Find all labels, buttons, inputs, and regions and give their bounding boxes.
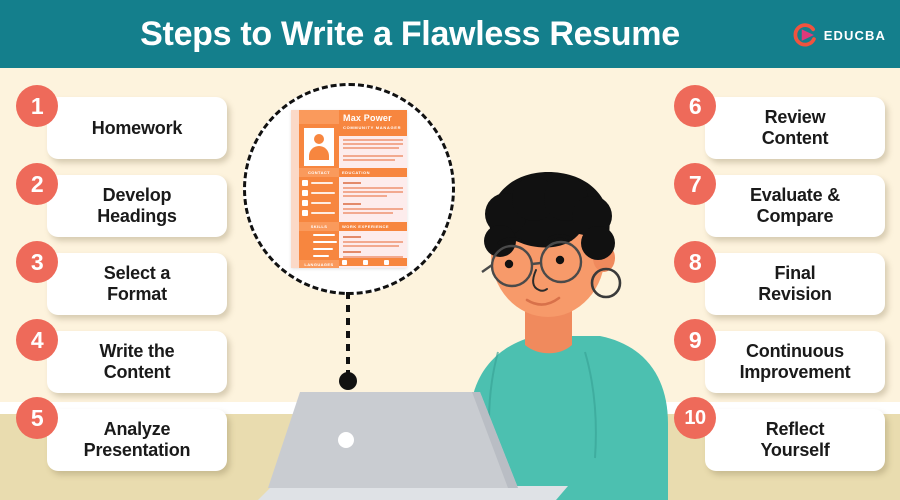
step-card[interactable]: Analyze Presentation <box>47 409 227 471</box>
step-number-badge: 6 <box>674 85 716 127</box>
step-number-badge: 3 <box>16 241 58 283</box>
resume-role: COMMUNITY MANAGER <box>343 125 402 130</box>
step-card[interactable]: Review Content <box>705 97 885 159</box>
step-number-badge: 4 <box>16 319 58 361</box>
header-bar: Steps to Write a Flawless Resume EDUCBA <box>0 0 900 68</box>
step-number-badge: 5 <box>16 397 58 439</box>
infographic-canvas: Max Power COMMUNITY MANAGER CONTACT EDUC… <box>0 0 900 500</box>
step-card[interactable]: Reflect Yourself <box>705 409 885 471</box>
step-label: Reflect Yourself <box>760 419 830 460</box>
step-label: Develop Headings <box>97 185 177 226</box>
step-label: Homework <box>91 117 183 138</box>
step-label: Review Content <box>761 107 829 148</box>
avatar-head-icon <box>314 134 324 144</box>
step-card[interactable]: Final Revision <box>705 253 885 315</box>
step-number-badge: 2 <box>16 163 58 205</box>
educba-logo-icon <box>793 23 816 47</box>
resume-name: Max Power <box>343 113 392 123</box>
resume-section-contact: CONTACT <box>299 168 339 177</box>
step-label: Final Revision <box>758 263 832 304</box>
step-card[interactable]: Develop Headings <box>47 175 227 237</box>
resume-sidebar-top-accent <box>299 110 339 124</box>
resume-document: Max Power COMMUNITY MANAGER CONTACT EDUC… <box>291 110 407 268</box>
step-label: Analyze Presentation <box>83 419 191 460</box>
resume-section-skills: SKILLS <box>299 222 339 231</box>
step-label: Evaluate & Compare <box>749 185 841 226</box>
resume-section-education: EDUCATION <box>339 168 407 177</box>
step-card[interactable]: Homework <box>47 97 227 159</box>
educba-logo-text: EDUCBA <box>823 27 886 43</box>
step-label: Select a Format <box>103 263 171 304</box>
resume-footer-bar <box>339 258 407 266</box>
resume-section-languages: LANGUAGES <box>299 260 339 268</box>
avatar-body-icon <box>309 146 329 160</box>
step-card[interactable]: Write the Content <box>47 331 227 393</box>
resume-avatar-frame <box>304 128 334 166</box>
step-number-badge: 9 <box>674 319 716 361</box>
resume-preview-circle: Max Power COMMUNITY MANAGER CONTACT EDUC… <box>243 83 455 295</box>
step-label: Continuous Improvement <box>739 341 851 382</box>
resume-section-work-experience: WORK EXPERIENCE <box>339 222 407 231</box>
resume-edge-strip <box>291 110 299 268</box>
step-card[interactable]: Continuous Improvement <box>705 331 885 393</box>
step-card[interactable]: Select a Format <box>47 253 227 315</box>
step-number-badge: 8 <box>674 241 716 283</box>
circle-connector-line <box>346 292 350 374</box>
step-number-badge: 10 <box>674 397 716 439</box>
page-title: Steps to Write a Flawless Resume <box>140 14 680 53</box>
step-number-badge: 1 <box>16 85 58 127</box>
educba-logo[interactable]: EDUCBA <box>792 22 886 48</box>
step-number-badge: 7 <box>674 163 716 205</box>
step-card[interactable]: Evaluate & Compare <box>705 175 885 237</box>
connector-endpoint-dot <box>339 372 357 390</box>
step-label: Write the Content <box>99 341 175 382</box>
